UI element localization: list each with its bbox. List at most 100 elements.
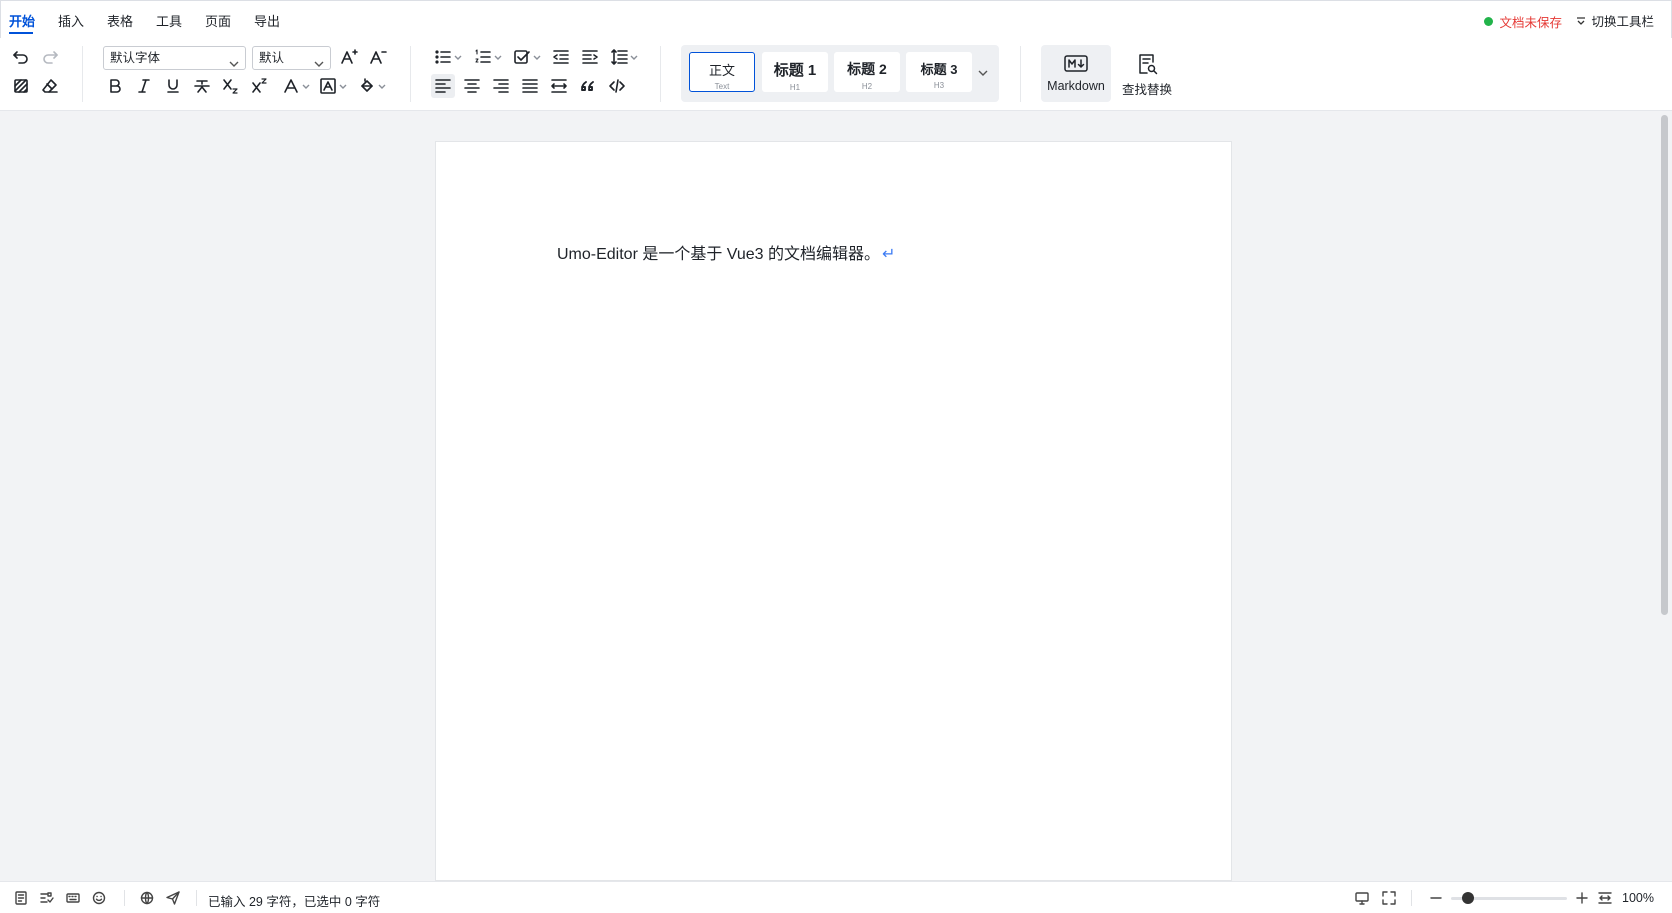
editor-workspace: Umo-Editor 是一个基于 Vue3 的文档编辑器。 ↵ (0, 111, 1672, 881)
underline-button[interactable] (161, 74, 185, 98)
zoom-slider-handle[interactable] (1462, 892, 1475, 904)
background-color-chevron-icon[interactable] (378, 82, 386, 90)
markdown-button[interactable]: Markdown (1041, 45, 1111, 102)
strikethrough-icon (194, 80, 210, 93)
language-button[interactable] (138, 889, 156, 907)
find-replace-button[interactable]: 查找替换 (1117, 45, 1177, 102)
highlight-button[interactable] (316, 74, 340, 98)
font-color-icon (284, 79, 298, 93)
highlight-chevron-icon[interactable] (339, 82, 347, 90)
line-height-icon (611, 49, 628, 65)
superscript-button[interactable] (248, 74, 272, 98)
style-heading-1[interactable]: 标题 1 H1 (762, 52, 828, 92)
ordered-list-button[interactable] (471, 45, 495, 69)
bullet-list-chevron-icon[interactable] (454, 53, 462, 61)
toolbar-divider (1020, 46, 1021, 102)
line-height-button[interactable] (607, 45, 631, 69)
redo-button[interactable] (38, 45, 62, 69)
checkbox-icon (514, 50, 530, 64)
style-sublabel: H2 (861, 82, 873, 91)
tab-start[interactable]: 开始 (9, 11, 35, 30)
quote-icon (581, 81, 594, 91)
smile-icon (92, 891, 106, 905)
format-painter-icon (14, 79, 28, 93)
font-color-chevron-icon[interactable] (302, 82, 310, 90)
strikethrough-button[interactable] (190, 74, 214, 98)
font-size-select[interactable]: 默认 (252, 46, 331, 70)
tab-insert[interactable]: 插入 (58, 11, 84, 30)
increase-font-size-button[interactable] (337, 45, 361, 69)
paint-bucket-icon (361, 78, 373, 92)
clear-format-button[interactable] (38, 74, 62, 98)
toolbar-divider (82, 46, 83, 102)
plus-icon (1576, 892, 1588, 904)
bold-button[interactable] (103, 74, 127, 98)
code-button[interactable] (605, 74, 629, 98)
align-right-icon (493, 79, 509, 93)
align-left-button[interactable] (431, 74, 455, 98)
background-color-button[interactable] (355, 74, 379, 98)
undo-icon (13, 51, 28, 64)
style-sublabel: Text (714, 82, 730, 91)
format-painter-button[interactable] (9, 74, 33, 98)
share-button[interactable] (164, 889, 182, 907)
fullscreen-button[interactable] (1380, 889, 1398, 907)
page-setting-button[interactable] (38, 889, 56, 907)
toolbar-divider (660, 46, 661, 102)
align-right-button[interactable] (489, 74, 513, 98)
font-size-value: 默认 (259, 51, 285, 65)
align-left-icon (435, 79, 451, 93)
font-color-button[interactable] (279, 74, 303, 98)
tab-export[interactable]: 导出 (254, 11, 280, 30)
italic-button[interactable] (132, 74, 156, 98)
line-height-chevron-icon[interactable] (630, 53, 638, 61)
style-heading-3[interactable]: 标题 3 H3 (906, 52, 972, 92)
chevron-down-icon (314, 54, 324, 67)
decrease-font-size-button[interactable] (366, 45, 390, 69)
toggle-toolbar-button[interactable]: 切换工具栏 (1575, 11, 1654, 30)
align-center-button[interactable] (460, 74, 484, 98)
chevron-down-icon (978, 70, 988, 76)
font-family-select[interactable]: 默认字体 (103, 46, 246, 70)
emoji-button[interactable] (90, 889, 108, 907)
zoom-out-button[interactable] (1427, 889, 1445, 907)
layout-check-icon (40, 892, 54, 903)
highlight-icon (320, 78, 336, 94)
align-justify-icon (522, 79, 538, 93)
quote-button[interactable] (576, 74, 600, 98)
shortcuts-button[interactable] (64, 889, 82, 907)
document-page[interactable]: Umo-Editor 是一个基于 Vue3 的文档编辑器。 ↵ (435, 141, 1232, 881)
underline-icon (167, 79, 179, 93)
zoom-in-button[interactable] (1573, 889, 1591, 907)
tab-tools[interactable]: 工具 (156, 11, 182, 30)
toggle-toolbar-label: 切换工具栏 (1591, 15, 1654, 29)
tab-page[interactable]: 页面 (205, 11, 231, 30)
document-paragraph[interactable]: Umo-Editor 是一个基于 Vue3 的文档编辑器。 ↵ (557, 240, 895, 264)
superscript-icon (252, 78, 267, 93)
style-heading-2[interactable]: 标题 2 H2 (834, 52, 900, 92)
bullet-list-icon (435, 50, 451, 64)
status-bar: 已输入 29 字符，已选中 0 字符 100% (0, 881, 1672, 913)
bullet-list-button[interactable] (431, 45, 455, 69)
save-status-label: 文档未保存 (1499, 16, 1562, 30)
distributed-align-button[interactable] (547, 74, 571, 98)
task-list-button[interactable] (510, 45, 534, 69)
tab-table[interactable]: 表格 (107, 11, 133, 30)
indent-icon (582, 50, 598, 64)
paragraph-mark-icon: ↵ (882, 246, 896, 263)
subscript-button[interactable] (219, 74, 243, 98)
more-styles-button[interactable] (976, 67, 990, 79)
preview-button[interactable] (1353, 889, 1371, 907)
ordered-list-chevron-icon[interactable] (494, 53, 502, 61)
toc-button[interactable] (12, 889, 30, 907)
style-body-text[interactable]: 正文 Text (689, 52, 755, 92)
fit-width-button[interactable] (1596, 889, 1614, 907)
vertical-scrollbar[interactable] (1661, 115, 1668, 615)
indent-button[interactable] (578, 45, 602, 69)
align-justify-button[interactable] (518, 74, 542, 98)
undo-button[interactable] (9, 45, 33, 69)
task-list-chevron-icon[interactable] (533, 53, 541, 61)
outdent-button[interactable] (549, 45, 573, 69)
font-decrease-icon (370, 51, 387, 64)
find-replace-label: 查找替换 (1121, 83, 1172, 97)
